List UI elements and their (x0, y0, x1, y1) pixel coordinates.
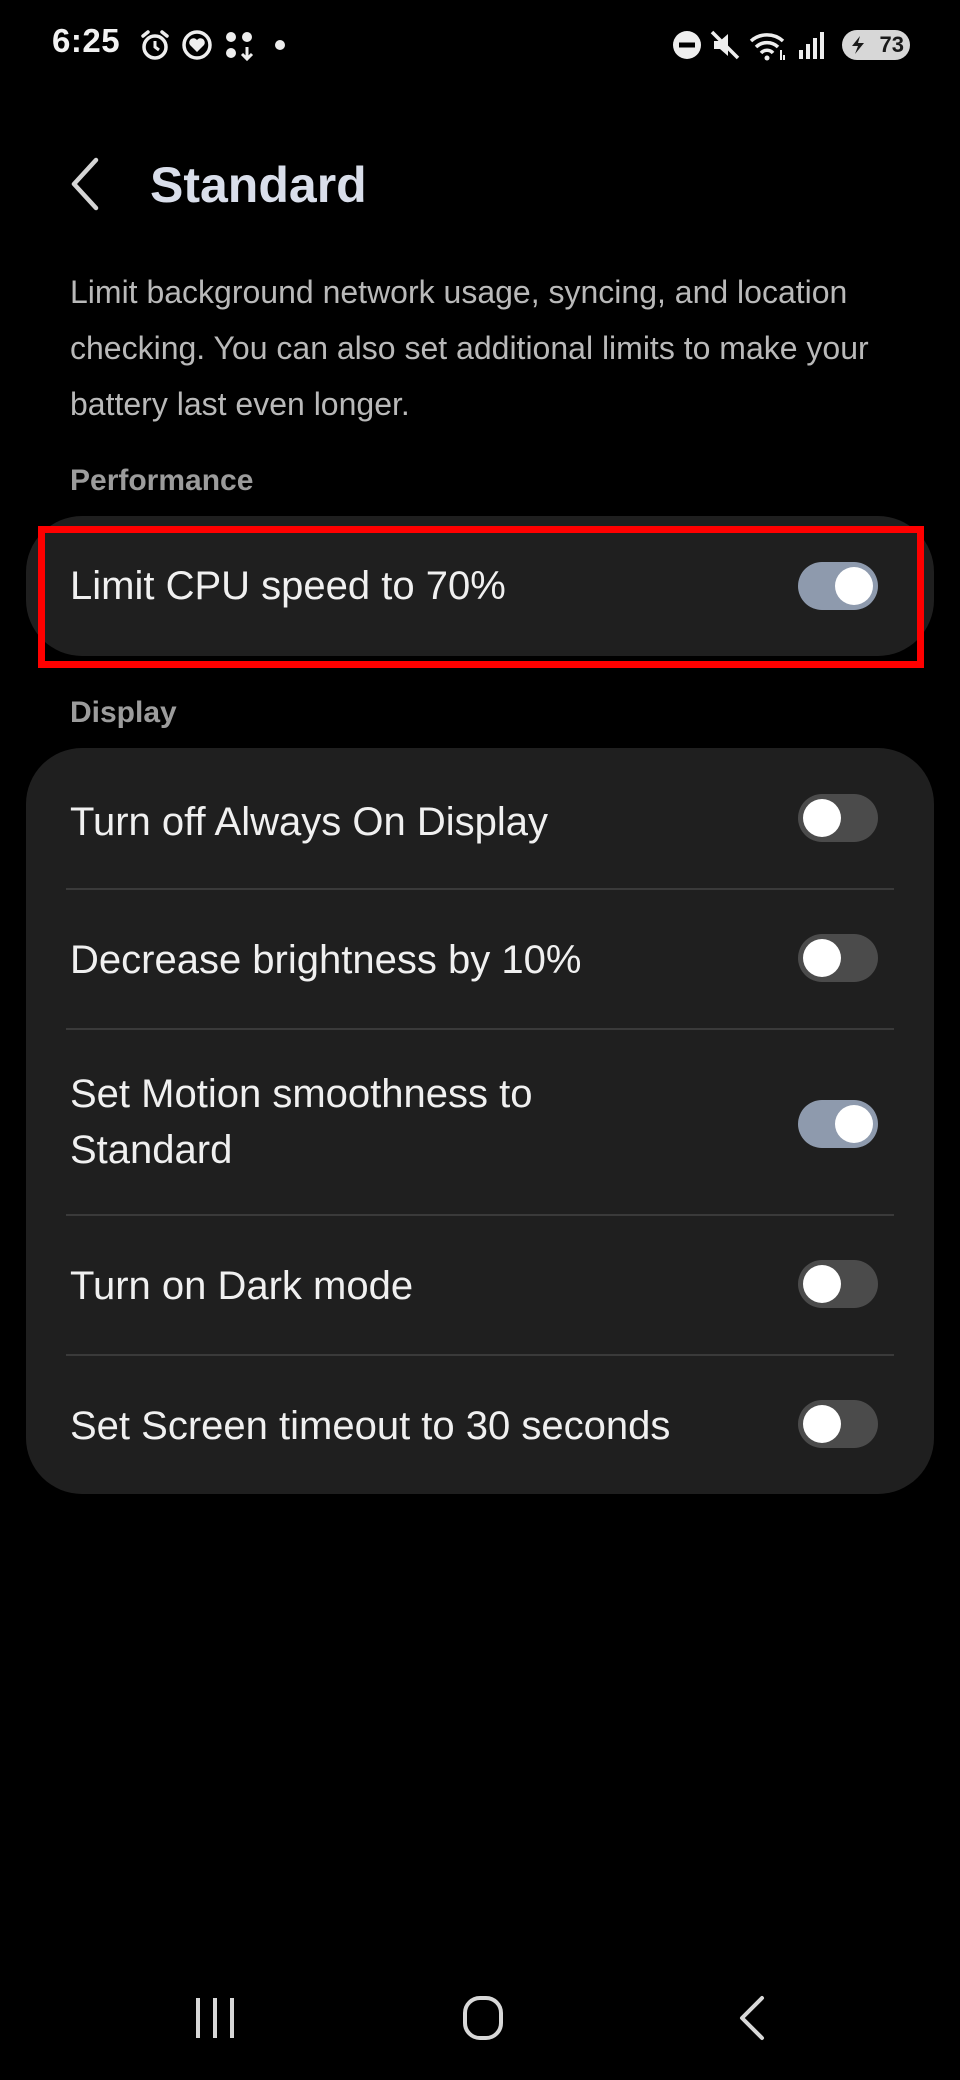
back-button[interactable] (60, 152, 116, 216)
mute-icon (708, 28, 742, 62)
setting-label: Set Motion smoothness to Standard (70, 1072, 533, 1172)
screen-timeout-toggle[interactable] (798, 1400, 878, 1448)
setting-row-limit-cpu[interactable]: Limit CPU speed to 70% (26, 516, 934, 656)
display-card: Turn off Always On Display Decrease brig… (26, 748, 934, 1494)
toggle-knob (803, 1405, 841, 1443)
toggle-knob (835, 1105, 873, 1143)
status-bar: 6:25 73 (0, 0, 960, 92)
section-header-display: Display (70, 696, 177, 729)
limit-cpu-toggle[interactable] (798, 562, 878, 610)
signal-icon (796, 28, 830, 62)
recent-apps-button[interactable] (180, 1990, 250, 2046)
performance-card: Limit CPU speed to 70% (26, 516, 934, 656)
dot-icon (268, 28, 302, 62)
page-description: Limit background network usage, syncing,… (70, 274, 869, 422)
setting-row-screen-timeout[interactable]: Set Screen timeout to 30 seconds (26, 1356, 934, 1494)
always-on-display-toggle[interactable] (798, 794, 878, 842)
dark-mode-toggle[interactable] (798, 1260, 878, 1308)
motion-smoothness-toggle[interactable] (798, 1100, 878, 1148)
toggle-knob (803, 1265, 841, 1303)
setting-label: Turn on Dark mode (70, 1264, 414, 1308)
recent-apps-icon (196, 1998, 234, 2038)
chevron-left-icon (71, 157, 99, 211)
setting-row-dark-mode[interactable]: Turn on Dark mode (26, 1216, 934, 1354)
nav-back-button[interactable] (718, 1990, 788, 2046)
health-icon (180, 28, 214, 62)
setting-label: Turn off Always On Display (70, 800, 548, 844)
home-button[interactable] (448, 1990, 518, 2046)
setting-row-motion-smoothness[interactable]: Set Motion smoothness to Standard (26, 1030, 934, 1214)
toggle-knob (835, 567, 873, 605)
back-icon (740, 1996, 764, 2040)
toggle-knob (803, 939, 841, 977)
setting-label: Decrease brightness by 10% (70, 938, 582, 982)
battery-icon: 73 (842, 30, 910, 60)
toggle-knob (803, 799, 841, 837)
decrease-brightness-toggle[interactable] (798, 934, 878, 982)
setting-label: Limit CPU speed to 70% (70, 564, 506, 608)
status-time: 6:25 (52, 22, 121, 59)
setting-label: Set Screen timeout to 30 seconds (70, 1404, 671, 1448)
page-title: Standard (150, 157, 367, 213)
setting-row-always-on-display[interactable]: Turn off Always On Display (26, 748, 934, 888)
do-not-disturb-icon (670, 28, 704, 62)
setting-row-decrease-brightness[interactable]: Decrease brightness by 10% (26, 890, 934, 1028)
apps-icon (222, 28, 256, 62)
alarm-icon (138, 28, 172, 62)
wifi-icon (748, 28, 788, 62)
battery-level: 73 (879, 32, 904, 57)
section-header-performance: Performance (70, 464, 254, 497)
home-icon (463, 1996, 503, 2040)
